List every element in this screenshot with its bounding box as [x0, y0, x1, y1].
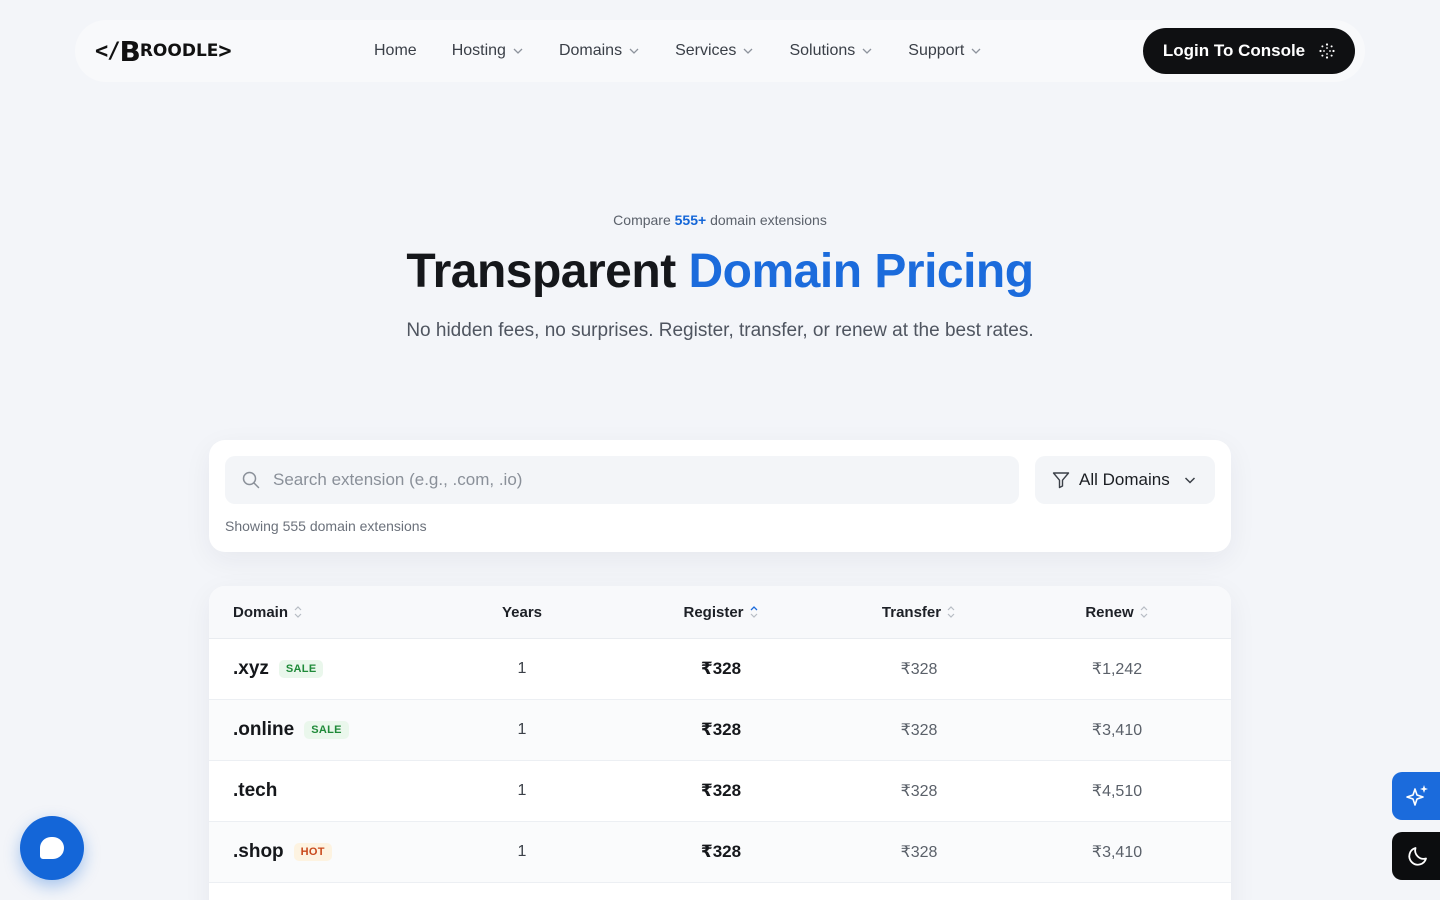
column-header-register[interactable]: Register	[622, 604, 820, 621]
nav-item-label: Support	[908, 42, 965, 59]
chat-icon	[40, 837, 64, 859]
years-cell: 1	[517, 782, 527, 799]
nav-item-domains[interactable]: Domains	[559, 42, 640, 60]
sale-badge: SALE	[278, 660, 324, 678]
domain-extension: .online	[233, 719, 295, 740]
column-header-label: Years	[501, 603, 543, 621]
renew-price: ₹1,242	[1091, 661, 1143, 678]
nav-item-label: Home	[374, 42, 417, 59]
login-console-button[interactable]: Login To Console	[1143, 28, 1355, 74]
column-header-label: Renew	[1085, 603, 1134, 621]
column-header-renew[interactable]: Renew	[1018, 604, 1216, 621]
domain-cell: .tech	[209, 780, 422, 802]
sort-ascending-icon	[750, 606, 757, 618]
table-row[interactable]: .tech 1 ₹328 ₹328 ₹4,510	[209, 761, 1231, 822]
sort-icon	[294, 606, 302, 618]
register-price: ₹328	[700, 781, 742, 800]
filter-icon	[1052, 472, 1070, 489]
page-subtitle: No hidden fees, no surprises. Register, …	[406, 320, 1034, 341]
sort-icon	[947, 606, 955, 618]
sparkle-icon	[1319, 43, 1335, 59]
column-header-label: Domain	[233, 603, 289, 621]
hero-kicker: Compare 555+ domain extensions	[0, 212, 1440, 228]
years-cell: 1	[517, 721, 527, 738]
domain-extension: .shop	[233, 841, 284, 862]
domain-extension: .xyz	[233, 658, 269, 679]
column-header-transfer[interactable]: Transfer	[820, 604, 1018, 621]
nav-links: Home Hosting Domains Services Solutions …	[374, 20, 1017, 82]
domain-extension: .tech	[233, 780, 278, 801]
years-cell: 1	[517, 843, 527, 860]
table-row[interactable]: .online SALE 1 ₹328 ₹328 ₹3,410	[209, 700, 1231, 761]
nav-item-services[interactable]: Services	[675, 42, 754, 60]
chevron-down-icon	[862, 48, 872, 54]
renew-price: ₹4,510	[1091, 783, 1143, 800]
logo-prefix: </	[95, 38, 120, 64]
transfer-price: ₹328	[900, 844, 938, 861]
nav-item-label: Services	[675, 42, 737, 59]
domain-cell: .xyz SALE	[209, 658, 422, 680]
column-header-label: Register	[683, 603, 744, 621]
nav-item-hosting[interactable]: Hosting	[452, 42, 524, 60]
extension-count: 555+	[674, 212, 707, 228]
chevron-down-icon	[971, 48, 981, 54]
domain-cell: .shop HOT	[209, 841, 422, 863]
register-price: ₹328	[700, 842, 742, 861]
search-input[interactable]	[273, 470, 973, 490]
logo-suffix: >	[218, 38, 231, 64]
search-box[interactable]	[225, 456, 1019, 504]
title-plain: Transparent	[406, 245, 689, 298]
logo-wordmark: ROODLE	[139, 41, 219, 61]
domain-filter-select[interactable]: All Domains	[1035, 456, 1215, 504]
chevron-down-icon	[743, 48, 753, 54]
column-header-label: Transfer	[881, 603, 942, 621]
transfer-price: ₹328	[900, 783, 938, 800]
kicker-text: domain extensions	[706, 212, 827, 228]
transfer-price: ₹328	[900, 722, 938, 739]
moon-icon	[1408, 847, 1427, 866]
domain-cell: .online SALE	[209, 719, 422, 741]
chat-launcher-button[interactable]	[20, 816, 84, 880]
nav-item-home[interactable]: Home	[374, 42, 417, 60]
nav-item-label: Domains	[558, 42, 623, 59]
nav-item-label: Hosting	[451, 42, 506, 59]
renew-price: ₹3,410	[1091, 844, 1143, 861]
transfer-price: ₹328	[900, 661, 938, 678]
nav-item-solutions[interactable]: Solutions	[789, 42, 873, 60]
ai-sparkles-icon	[1406, 785, 1428, 806]
renew-price: ₹3,410	[1091, 722, 1143, 739]
search-icon	[242, 471, 260, 489]
nav-item-support[interactable]: Support	[908, 42, 982, 60]
top-navbar: </B ROODLE > Home Hosting Domains Services…	[75, 20, 1365, 82]
column-header-domain[interactable]: Domain	[209, 604, 422, 621]
table-header: Domain Years Register Transfer Renew	[209, 586, 1231, 639]
table-row[interactable]: .shop HOT 1 ₹328 ₹328 ₹3,410	[209, 822, 1231, 883]
sale-badge: SALE	[304, 721, 349, 739]
chevron-down-icon	[629, 48, 639, 54]
page-title: Transparent Domain Pricing	[0, 244, 1440, 299]
filter-selected-value: All Domains	[1079, 470, 1170, 489]
chevron-down-icon	[1184, 477, 1196, 484]
title-accent: Domain Pricing	[688, 245, 1035, 298]
brand-logo[interactable]: </B ROODLE >	[95, 34, 232, 68]
register-price: ₹328	[700, 659, 742, 678]
logo-initial: B	[119, 34, 141, 68]
login-console-label: Login To Console	[1162, 41, 1306, 60]
chevron-down-icon	[513, 48, 523, 54]
kicker-text: Compare	[613, 212, 675, 228]
ai-assistant-button[interactable]	[1392, 772, 1440, 820]
table-row[interactable]: .xyz SALE 1 ₹328 ₹328 ₹1,242	[209, 639, 1231, 700]
register-price: ₹328	[700, 720, 742, 739]
sort-icon	[1140, 606, 1148, 618]
theme-toggle-button[interactable]	[1392, 832, 1440, 880]
pricing-table: Domain Years Register Transfer Renew .xy…	[209, 586, 1231, 900]
hot-badge: HOT	[293, 843, 332, 861]
column-header-years: Years	[422, 604, 622, 621]
search-card: All Domains Showing 555 domain extension…	[209, 440, 1231, 552]
years-cell: 1	[517, 660, 527, 677]
results-count-text: Showing 555 domain extensions	[225, 518, 427, 534]
nav-item-label: Solutions	[789, 42, 856, 59]
